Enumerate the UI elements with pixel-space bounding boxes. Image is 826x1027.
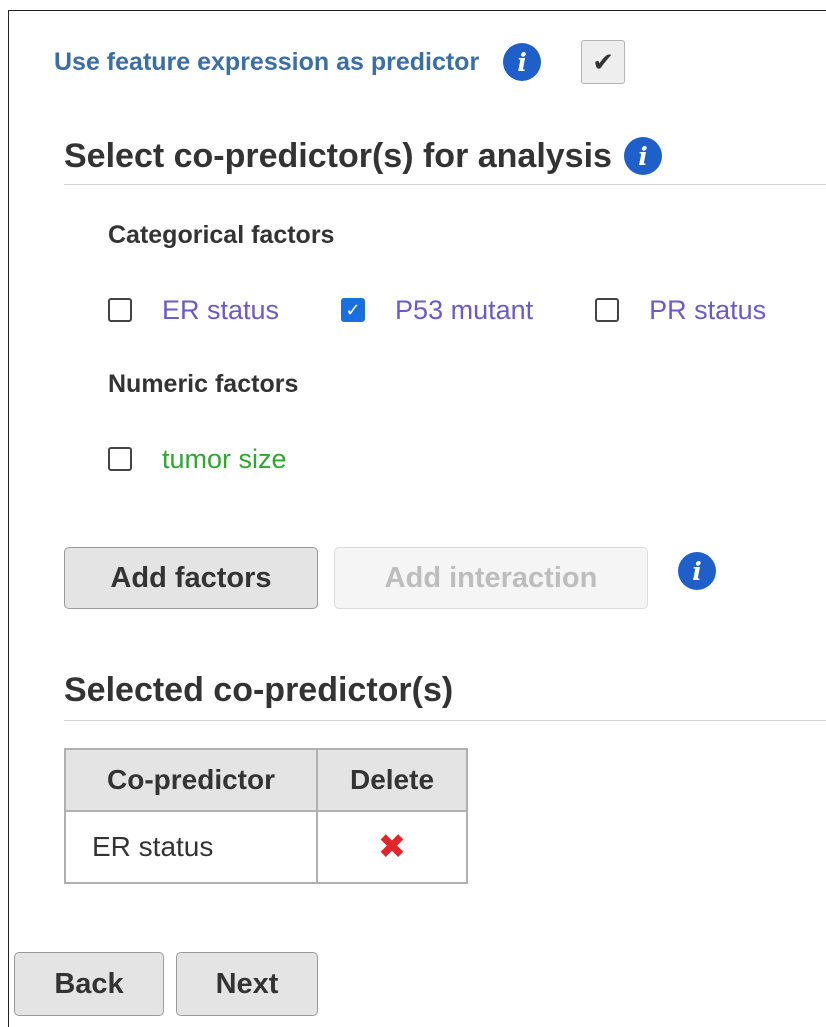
categorical-factors-heading: Categorical factors [108,221,335,249]
factor-p53-mutant[interactable]: ✓ P53 mutant [341,295,533,326]
factor-tumor-size[interactable]: tumor size [108,444,287,475]
use-feature-label: Use feature expression as predictor [54,47,480,76]
info-icon[interactable]: i [678,552,716,590]
add-interaction-button[interactable]: Add interaction [334,547,648,609]
table-header-row: Co-predictor Delete [64,748,468,812]
pr-status-checkbox[interactable] [595,298,620,322]
select-co-predictors-title-text: Select co-predictor(s) for analysis [64,136,612,175]
use-feature-row: Use feature expression as predictor i ✔ [54,38,626,86]
factor-label[interactable]: P53 mutant [395,295,533,326]
next-button[interactable]: Next [176,952,318,1016]
use-feature-checkbox[interactable]: ✔ [581,40,626,84]
column-header-delete: Delete [316,748,468,812]
categorical-factors-row: ER status ✓ P53 mutant PR status [108,292,766,328]
close-x-icon[interactable]: ✖ [378,828,407,866]
info-icon[interactable]: i [623,137,662,175]
delete-cell: ✖ [316,810,468,884]
section-divider [64,720,826,721]
info-icon[interactable]: i [503,43,542,81]
factor-label[interactable]: ER status [162,295,279,326]
add-factors-button[interactable]: Add factors [64,547,318,609]
selected-co-predictors-title: Selected co-predictor(s) [64,670,454,709]
co-predictor-table: Co-predictor Delete ER status ✖ [64,748,468,884]
back-button[interactable]: Back [14,952,164,1016]
factor-er-status[interactable]: ER status [108,295,279,326]
co-predictor-cell: ER status [64,810,318,884]
factor-label[interactable]: tumor size [162,444,287,475]
numeric-factors-row: tumor size [108,441,349,477]
table-row: ER status ✖ [64,810,468,884]
tumor-size-checkbox[interactable] [108,447,132,471]
select-co-predictors-title: Select co-predictor(s) for analysis i [64,134,662,178]
column-header-co-predictor: Co-predictor [64,748,318,812]
p53-mutant-checkbox[interactable]: ✓ [341,298,366,322]
numeric-factors-heading: Numeric factors [108,370,299,398]
factor-pr-status[interactable]: PR status [595,295,766,326]
er-status-checkbox[interactable] [108,298,132,322]
factor-label[interactable]: PR status [649,295,766,326]
section-divider [64,184,826,185]
